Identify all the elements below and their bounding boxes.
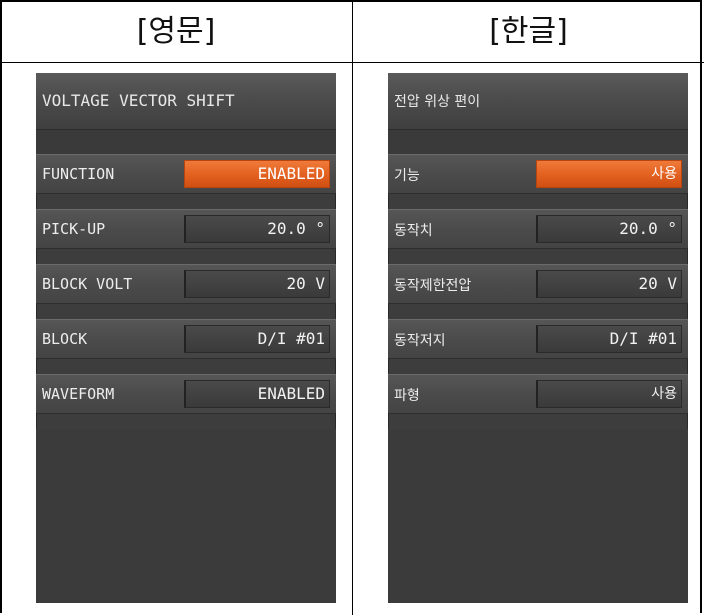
- title-spacer: [388, 130, 688, 154]
- empty-area: [388, 429, 688, 603]
- setting-row-block[interactable]: BLOCK D/I #01: [36, 319, 336, 359]
- setting-value[interactable]: ENABLED: [184, 160, 330, 188]
- setting-value[interactable]: 20.0 °: [184, 215, 330, 243]
- device-screen-korean: 전압 위상 편이 기능 사용 동작치 20.0 ° 동작제한전압 20 V 동작…: [388, 73, 688, 603]
- setting-row-pickup[interactable]: PICK-UP 20.0 °: [36, 209, 336, 249]
- setting-label: FUNCTION: [42, 165, 115, 183]
- setting-row-waveform[interactable]: WAVEFORM ENABLED: [36, 374, 336, 414]
- setting-value[interactable]: D/I #01: [536, 325, 682, 353]
- setting-value[interactable]: 20 V: [184, 270, 330, 298]
- setting-label: PICK-UP: [42, 220, 106, 238]
- column-divider: [352, 0, 353, 615]
- empty-area: [36, 429, 336, 603]
- setting-label: 동작저지: [394, 333, 446, 349]
- screen-title: 전압 위상 편이: [394, 94, 481, 110]
- setting-label: 동작제한전압: [394, 278, 472, 294]
- setting-row-function[interactable]: 기능 사용: [388, 154, 688, 194]
- setting-row-block-volt[interactable]: BLOCK VOLT 20 V: [36, 264, 336, 304]
- header-korean: [한글]: [489, 14, 568, 49]
- setting-value[interactable]: 20.0 °: [536, 215, 682, 243]
- setting-row-block-volt[interactable]: 동작제한전압 20 V: [388, 264, 688, 304]
- setting-label: 기능: [394, 168, 420, 184]
- setting-value[interactable]: 20 V: [536, 270, 682, 298]
- setting-row-function[interactable]: FUNCTION ENABLED: [36, 154, 336, 194]
- setting-value[interactable]: 사용: [536, 380, 682, 408]
- screen-title-bar: VOLTAGE VECTOR SHIFT: [36, 73, 336, 130]
- setting-label: WAVEFORM: [42, 385, 115, 403]
- screen-title-bar: 전압 위상 편이: [388, 73, 688, 130]
- header-english: [영문]: [136, 14, 216, 49]
- setting-row-waveform[interactable]: 파형 사용: [388, 374, 688, 414]
- setting-label: 동작치: [394, 223, 433, 239]
- device-screen-english: VOLTAGE VECTOR SHIFT FUNCTION ENABLED PI…: [36, 73, 336, 603]
- title-spacer: [36, 130, 336, 154]
- setting-row-pickup[interactable]: 동작치 20.0 °: [388, 209, 688, 249]
- setting-label: BLOCK: [42, 330, 88, 348]
- setting-value[interactable]: D/I #01: [184, 325, 330, 353]
- setting-value[interactable]: 사용: [536, 160, 682, 188]
- setting-row-block[interactable]: 동작저지 D/I #01: [388, 319, 688, 359]
- setting-label: 파형: [394, 388, 420, 404]
- setting-label: BLOCK VOLT: [42, 275, 133, 293]
- screen-title: VOLTAGE VECTOR SHIFT: [42, 91, 235, 110]
- setting-value[interactable]: ENABLED: [184, 380, 330, 408]
- header-divider: [0, 62, 704, 63]
